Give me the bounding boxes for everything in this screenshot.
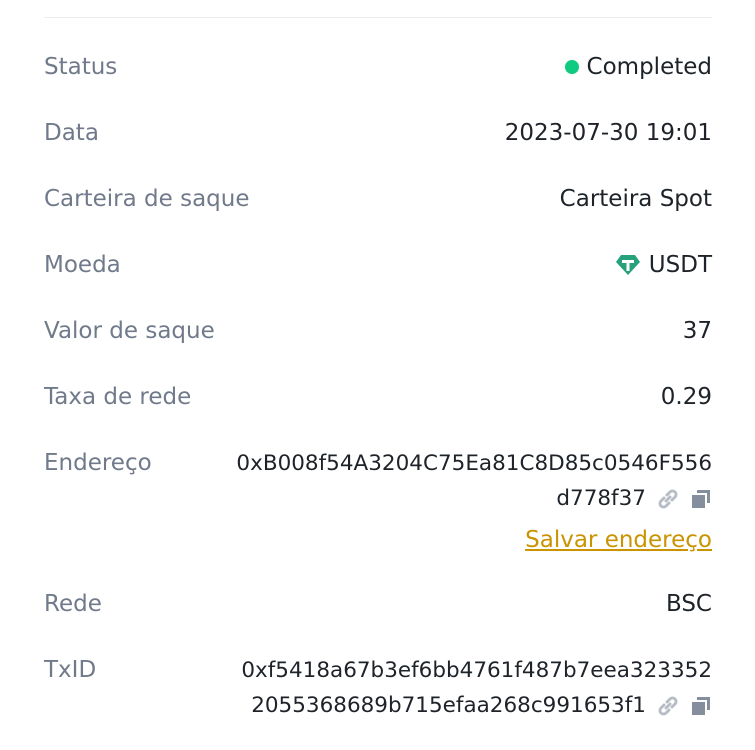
address-line2: d778f37	[556, 486, 646, 511]
status-value: Completed	[586, 54, 712, 80]
fee-label: Taxa de rede	[44, 384, 192, 410]
top-divider	[44, 17, 712, 18]
txid-line2: 2055368689b715efaa268c991653f1	[251, 693, 646, 718]
coin-label: Moeda	[44, 252, 121, 278]
link-icon[interactable]	[656, 694, 680, 718]
tether-icon	[615, 255, 640, 275]
wallet-label: Carteira de saque	[44, 186, 250, 212]
coin-value: USDT	[648, 252, 712, 278]
link-icon[interactable]	[656, 487, 680, 511]
fee-value: 0.29	[660, 384, 712, 410]
txid-line1: 0xf5418a67b3ef6bb4761f487b7eea323352	[241, 658, 712, 683]
address-label: Endereço	[44, 450, 152, 476]
network-label: Rede	[44, 591, 102, 617]
address-line1: 0xB008f54A3204C75Ea81C8D85c0546F556	[236, 451, 712, 476]
save-address-link[interactable]: Salvar endereço	[212, 523, 712, 558]
txid-label: TxID	[44, 657, 97, 683]
date-value: 2023-07-30 19:01	[504, 120, 712, 146]
amount-value: 37	[682, 318, 712, 344]
amount-label: Valor de saque	[44, 318, 215, 344]
network-value: BSC	[665, 591, 712, 617]
status-label: Status	[44, 54, 118, 80]
status-dot-icon	[564, 60, 579, 74]
copy-icon[interactable]	[690, 695, 712, 717]
wallet-value: Carteira Spot	[559, 186, 712, 212]
copy-icon[interactable]	[690, 488, 712, 510]
date-label: Data	[44, 120, 99, 146]
